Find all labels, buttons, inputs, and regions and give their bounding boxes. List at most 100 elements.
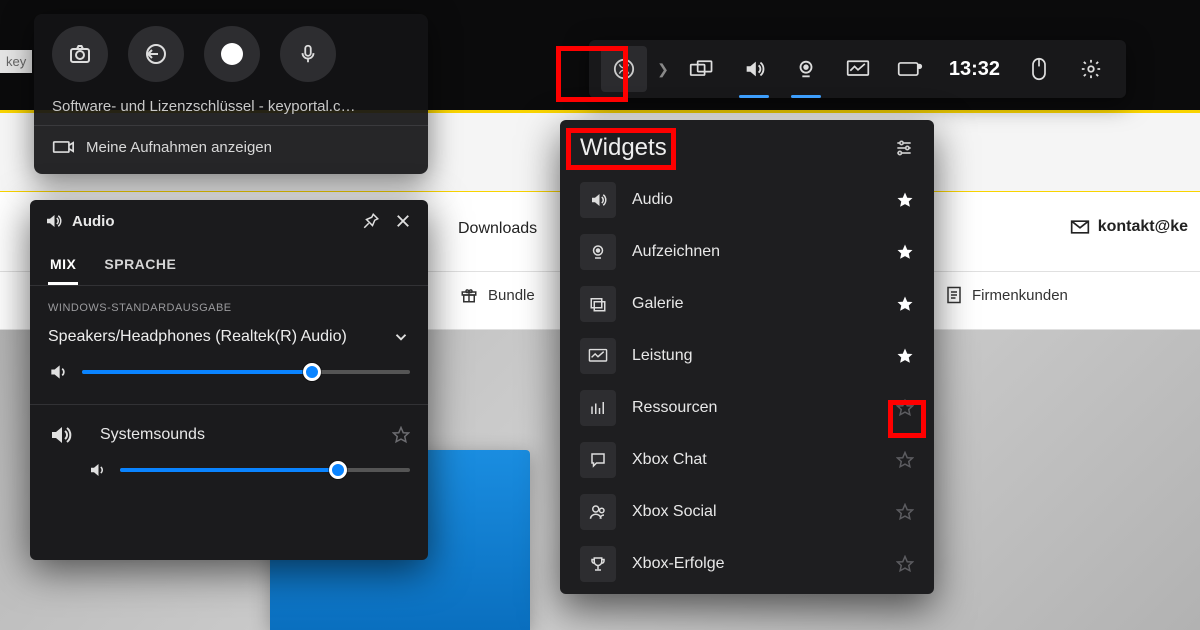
widgets-panel: Widgets Audio Aufzeichnen Galerie Leistung R… (560, 120, 934, 594)
favorite-toggle[interactable] (896, 451, 914, 469)
chat-icon (580, 442, 616, 478)
widget-item-label: Xbox Chat (632, 451, 880, 469)
widgets-list: Audio Aufzeichnen Galerie Leistung Ressource… (560, 174, 934, 590)
slider-fill (120, 468, 338, 472)
widget-item-galerie[interactable]: Galerie (560, 278, 934, 330)
app-volume-row: Systemsounds (30, 409, 428, 451)
widgets-icon (689, 59, 715, 79)
app-volume-slider-row (30, 451, 428, 497)
capture-bar-button[interactable] (783, 46, 829, 92)
favorite-toggle[interactable] (896, 295, 914, 313)
show-recordings-label: Meine Aufnahmen anzeigen (86, 139, 272, 156)
xbox-icon (613, 58, 635, 80)
slider-fill (82, 370, 312, 374)
contact-link[interactable]: kontakt@ke (1070, 218, 1188, 236)
app-name: Systemsounds (86, 426, 378, 444)
widget-item-label: Xbox Social (632, 503, 880, 521)
gal-icon (580, 286, 616, 322)
webcam-icon (795, 58, 817, 80)
chevron-right-icon: ❯ (653, 61, 673, 78)
volume-icon (44, 212, 62, 230)
favorite-toggle[interactable] (896, 555, 914, 573)
soc-icon (580, 494, 616, 530)
widget-item-xbox-social[interactable]: Xbox Social (560, 486, 934, 538)
record-last-button[interactable] (128, 26, 184, 82)
volume-icon (743, 58, 765, 80)
downloads-link[interactable]: Downloads (458, 220, 537, 238)
show-recordings-row[interactable]: Meine Aufnahmen anzeigen (34, 125, 428, 168)
xbox-social-button[interactable] (887, 46, 933, 92)
widget-item-ressourcen[interactable]: Ressourcen (560, 382, 934, 434)
perf-icon (580, 338, 616, 374)
mouse-icon (1030, 57, 1048, 81)
widget-item-audio[interactable]: Audio (560, 174, 934, 226)
document-icon (946, 286, 962, 304)
volume-icon (88, 461, 106, 479)
widget-item-label: Leistung (632, 347, 880, 365)
contact-label: kontakt@ke (1098, 218, 1188, 236)
slider-thumb[interactable] (329, 461, 347, 479)
camera-icon (68, 42, 92, 66)
audio-title: Audio (72, 213, 350, 230)
audio-tabs: MIX SPRACHE (30, 242, 428, 286)
favorite-toggle[interactable] (896, 399, 914, 417)
settings-button[interactable] (1068, 46, 1114, 92)
audio-header: Audio (30, 200, 428, 242)
tab-mix[interactable]: MIX (48, 248, 78, 285)
screenshot-button[interactable] (52, 26, 108, 82)
tab-fragment: key (0, 50, 32, 73)
xbox-button[interactable] (601, 46, 647, 92)
widget-item-xbox-chat[interactable]: Xbox Chat (560, 434, 934, 486)
tro-icon (580, 546, 616, 582)
favorite-toggle[interactable] (896, 191, 914, 209)
widgets-title: Widgets (580, 134, 667, 162)
output-section-label: WINDOWS-STANDARDAUSGABE (30, 286, 428, 322)
game-bar: ❯ 13:32 (589, 40, 1126, 98)
widgets-button[interactable] (679, 46, 725, 92)
mouse-button[interactable] (1016, 46, 1062, 92)
widgets-settings-button[interactable] (894, 138, 914, 158)
app-volume-slider[interactable] (120, 468, 410, 472)
favorite-toggle[interactable] (392, 426, 410, 444)
widget-item-label: Aufzeichnen (632, 243, 880, 261)
divider (30, 404, 428, 405)
pin-button[interactable] (360, 210, 382, 232)
widget-item-leistung[interactable]: Leistung (560, 330, 934, 382)
controller-icon (897, 59, 923, 79)
pin-icon (362, 212, 380, 230)
widget-item-label: Galerie (632, 295, 880, 313)
performance-icon (846, 59, 870, 79)
record-button[interactable] (204, 26, 260, 82)
favorite-toggle[interactable] (896, 347, 914, 365)
recordings-icon (52, 138, 74, 156)
volume-icon (48, 423, 72, 447)
audio-button[interactable] (731, 46, 777, 92)
bundle-link[interactable]: Bundle (460, 286, 535, 304)
output-device-name: Speakers/Headphones (Realtek(R) Audio) (48, 328, 347, 346)
mic-button[interactable] (280, 26, 336, 82)
widget-item-label: Xbox-Erfolge (632, 555, 880, 573)
close-button[interactable] (392, 210, 414, 232)
slider-thumb[interactable] (303, 363, 321, 381)
gear-icon (1080, 58, 1102, 80)
widget-item-aufzeichnen[interactable]: Aufzeichnen (560, 226, 934, 278)
chevron-down-icon (392, 328, 410, 346)
close-icon (394, 212, 412, 230)
mail-icon (1070, 219, 1090, 235)
bundle-label: Bundle (488, 287, 535, 304)
master-volume-slider[interactable] (82, 370, 410, 374)
favorite-toggle[interactable] (896, 243, 914, 261)
tab-sprache[interactable]: SPRACHE (102, 248, 178, 285)
gift-icon (460, 286, 478, 304)
performance-button[interactable] (835, 46, 881, 92)
star-outline-icon (392, 426, 410, 444)
vol-icon (580, 182, 616, 218)
widget-item-xbox-erfolge[interactable]: Xbox-Erfolge (560, 538, 934, 590)
capture-panel: Software- und Lizenzschlüssel - keyporta… (34, 14, 428, 174)
firmen-link[interactable]: Firmenkunden (946, 286, 1068, 304)
widget-item-label: Ressourcen (632, 399, 880, 417)
firmen-label: Firmenkunden (972, 287, 1068, 304)
clock: 13:32 (939, 58, 1010, 81)
output-device-row[interactable]: Speakers/Headphones (Realtek(R) Audio) (30, 322, 428, 352)
favorite-toggle[interactable] (896, 503, 914, 521)
